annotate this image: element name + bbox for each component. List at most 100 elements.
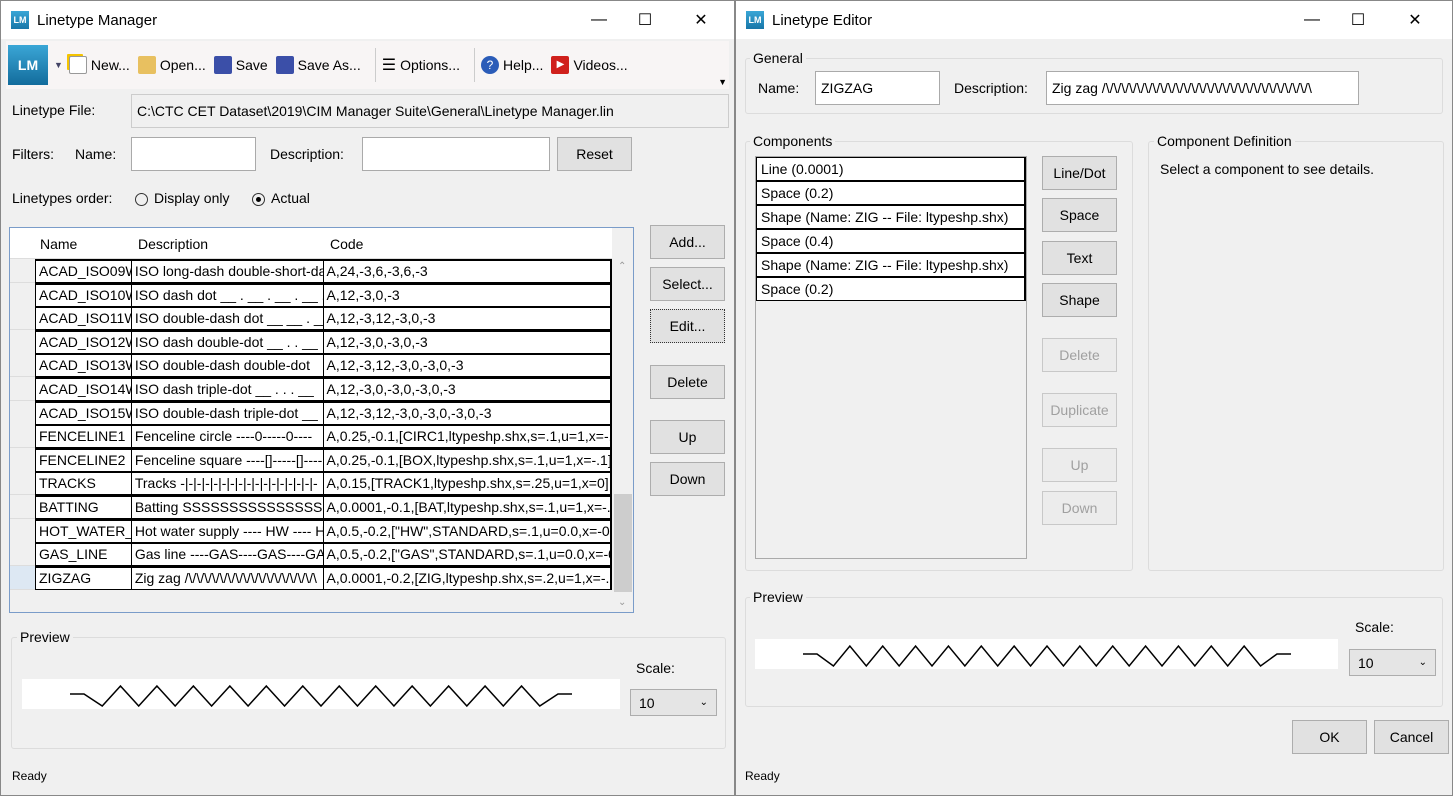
row-header[interactable] <box>10 447 35 472</box>
components-list[interactable]: Line (0.0001) Space (0.2) Shape (Name: ZIG… <box>755 156 1027 559</box>
line-dot-button[interactable]: Line/Dot <box>1042 156 1117 190</box>
save-button[interactable]: Save <box>213 56 268 74</box>
new-button[interactable]: New... <box>68 56 130 74</box>
row-header[interactable] <box>10 565 35 590</box>
shape-button[interactable]: Shape <box>1042 283 1117 317</box>
videos-button[interactable]: ▶ Videos... <box>551 56 628 74</box>
space-button[interactable]: Space <box>1042 198 1117 232</box>
maximize-button[interactable]: ☐ <box>1335 1 1381 39</box>
scale-label: Scale: <box>1355 619 1394 635</box>
scale-dropdown[interactable]: 10 ⌄ <box>1349 649 1436 676</box>
component-item[interactable]: Shape (Name: ZIG -- File: ltypeshp.shx) <box>756 253 1026 277</box>
maximize-button[interactable]: ☐ <box>622 1 668 39</box>
row-header[interactable] <box>10 542 35 567</box>
row-header[interactable] <box>10 424 35 449</box>
down-button[interactable]: Down <box>650 462 725 496</box>
component-item[interactable]: Space (0.2) <box>756 277 1026 301</box>
linetype-preview <box>22 679 620 709</box>
up-button[interactable]: Up <box>650 420 725 454</box>
table-row[interactable]: ACAD_ISO14W100ISO dash triple-dot __ . .… <box>35 377 612 401</box>
table-row[interactable]: HOT_WATER_SUPPLYHot water supply ---- HW… <box>35 518 612 543</box>
minimize-button[interactable]: — <box>1289 1 1335 39</box>
column-header-name[interactable]: Name <box>40 236 77 252</box>
row-header[interactable] <box>10 400 35 425</box>
toolbar: LM ▼ New... Open... Save Save As... ☰ Opt… <box>6 41 729 89</box>
scale-dropdown[interactable]: 10 ⌄ <box>630 689 717 716</box>
edit-button[interactable]: Edit... <box>650 309 725 343</box>
dropdown-arrow-icon[interactable]: ▼ <box>54 60 63 70</box>
table-row[interactable]: ACAD_ISO15W100ISO double-dash triple-dot… <box>35 400 612 425</box>
name-input[interactable]: ZIGZAG <box>815 71 940 105</box>
app-menu-button[interactable]: LM <box>8 45 48 85</box>
description-filter-label: Description: <box>270 146 344 162</box>
open-button[interactable]: Open... <box>137 56 206 74</box>
scrollbar-thumb[interactable] <box>614 494 632 592</box>
close-button[interactable]: ✕ <box>678 1 724 39</box>
row-header[interactable] <box>10 353 35 378</box>
description-input[interactable]: Zig zag /\/\/\/\/\/\/\/\/\/\/\/\/\/\/\/\… <box>1046 71 1359 105</box>
table-row[interactable]: TRACKS Tracks -|-|-|-|-|-|-|-|-|-|-|-|-|-… <box>35 471 612 496</box>
scale-label: Scale: <box>636 660 675 676</box>
name-cell: GAS_LINE <box>36 544 132 566</box>
table-row[interactable]: ZIGZAG Zig zag /\/\/\/\/\/\/\/\/\/\/\/\/\… <box>35 565 612 590</box>
order-display-only-radio[interactable]: Display only <box>135 190 229 206</box>
scroll-down-icon[interactable]: ⌄ <box>618 597 626 608</box>
table-row[interactable]: FENCELINE1 Fenceline circle ----0-----0--… <box>35 424 612 449</box>
ok-button[interactable]: OK <box>1292 720 1367 754</box>
table-row[interactable]: ACAD_ISO11W100ISO double-dash dot __ __ … <box>35 306 612 331</box>
table-row[interactable]: BATTINGBatting SSSSSSSSSSSSSSSSSSSSSSA,0… <box>35 495 612 519</box>
delete-button[interactable]: Delete <box>650 365 725 399</box>
table-row[interactable]: FENCELINE2 Fenceline square ----[]-----[]… <box>35 447 612 472</box>
minimize-button[interactable]: — <box>576 1 622 39</box>
help-icon: ? <box>480 56 499 74</box>
radio-icon <box>135 192 148 206</box>
list-icon: ☰ <box>381 57 397 74</box>
column-header-description[interactable]: Description <box>138 236 208 252</box>
status-text: Ready <box>12 769 47 783</box>
code-cell: A,12,-3,12,-3,0,-3,0,-3 <box>324 355 612 377</box>
table-row[interactable]: ACAD_ISO13W100ISO double-dash double-dot… <box>35 353 612 378</box>
cancel-button[interactable]: Cancel <box>1374 720 1449 754</box>
row-header[interactable] <box>10 306 35 331</box>
add-button[interactable]: Add... <box>650 225 725 259</box>
save-as-button[interactable]: Save As... <box>275 56 361 74</box>
close-button[interactable]: ✕ <box>1392 1 1438 39</box>
row-header[interactable] <box>10 259 35 283</box>
reset-button[interactable]: Reset <box>557 137 632 171</box>
column-header-code[interactable]: Code <box>330 236 363 252</box>
name-filter-input[interactable] <box>131 137 256 171</box>
component-item[interactable]: Space (0.4) <box>756 229 1026 253</box>
options-button[interactable]: ☰ Options... <box>382 55 460 75</box>
row-header[interactable] <box>10 377 35 401</box>
delete-button[interactable]: Delete <box>1042 338 1117 372</box>
help-button[interactable]: ? Help... <box>480 56 543 74</box>
vertical-scrollbar[interactable]: ⌃ ⌄ <box>613 259 633 612</box>
play-icon: ▶ <box>551 56 570 74</box>
up-button[interactable]: Up <box>1042 448 1117 482</box>
grid-header: Name Description Code <box>10 228 612 259</box>
row-header[interactable] <box>10 495 35 519</box>
table-row[interactable]: ACAD_ISO10W100ISO dash dot __ . __ . __ … <box>35 282 612 307</box>
description-filter-input[interactable] <box>362 137 550 171</box>
row-header[interactable] <box>10 518 35 543</box>
scroll-up-icon[interactable]: ⌃ <box>618 261 626 272</box>
table-row[interactable]: ACAD_ISO12W100ISO dash double-dot __ . .… <box>35 329 612 354</box>
component-item[interactable]: Space (0.2) <box>756 181 1026 205</box>
text-button[interactable]: Text <box>1042 241 1117 275</box>
down-button[interactable]: Down <box>1042 491 1117 525</box>
order-actual-radio[interactable]: Actual <box>252 190 310 206</box>
duplicate-button[interactable]: Duplicate <box>1042 393 1117 427</box>
row-header[interactable] <box>10 282 35 307</box>
table-row[interactable]: ACAD_ISO09W100ISO long-dash double-short… <box>35 259 612 283</box>
component-item[interactable]: Line (0.0001) <box>756 157 1026 181</box>
toolbar-overflow-icon[interactable]: ▼ <box>718 77 727 87</box>
row-header[interactable] <box>10 471 35 496</box>
component-item[interactable]: Shape (Name: ZIG -- File: ltypeshp.shx) <box>756 205 1026 229</box>
name-cell: ACAD_ISO09W100 <box>36 261 132 282</box>
select-button[interactable]: Select... <box>650 267 725 301</box>
row-header[interactable] <box>10 329 35 354</box>
toolbar-separator <box>374 48 376 82</box>
linetypes-grid[interactable]: Name Description Code ACAD_ISO09W100ISO … <box>9 227 634 613</box>
table-row[interactable]: GAS_LINE Gas line ----GAS----GAS----GAS A,… <box>35 542 612 567</box>
save-label: Save <box>235 57 268 73</box>
